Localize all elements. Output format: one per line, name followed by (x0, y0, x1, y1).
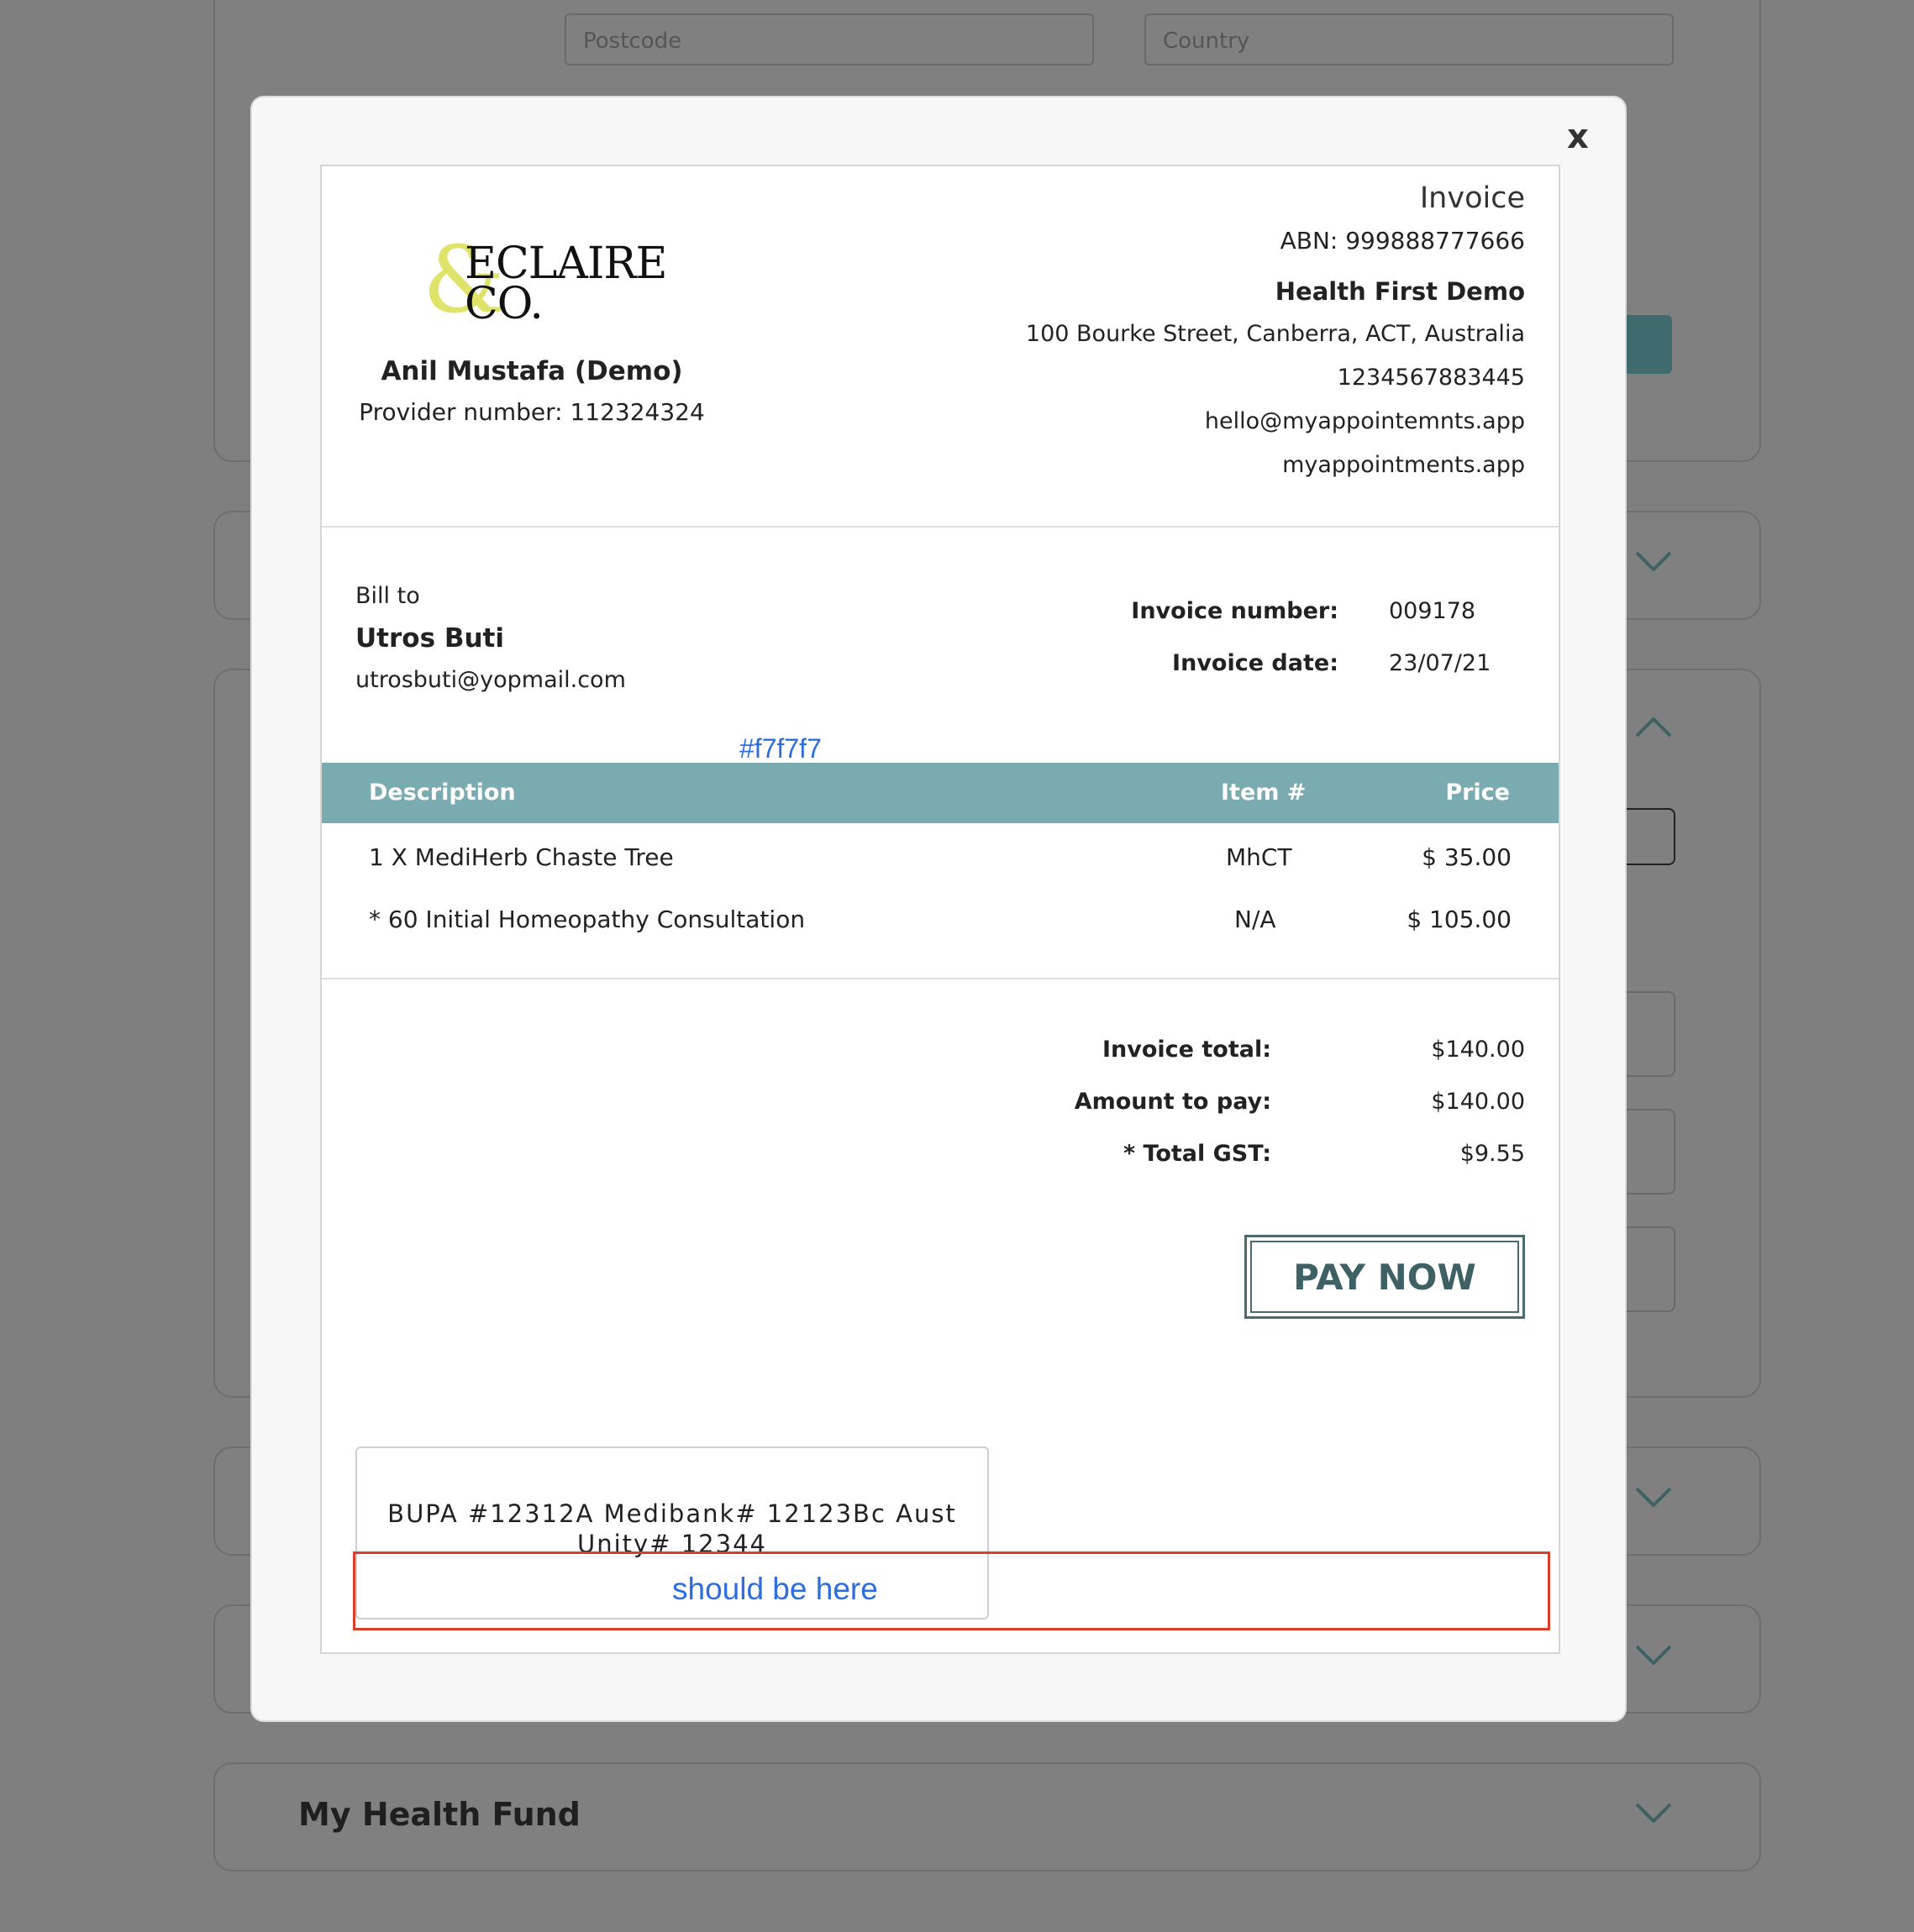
row-price: $ 35.00 (1422, 843, 1512, 871)
chevron-down-icon[interactable] (1635, 1803, 1672, 1823)
invoice-total-label: Invoice total: (1102, 1037, 1271, 1063)
invoice-number: 009178 (1389, 598, 1476, 624)
health-fund-text: BUPA #12312A Medibank# 12123Bc Aust Unit… (387, 1499, 957, 1558)
table-divider (322, 978, 1559, 979)
row-description: * 60 Initial Homeopathy Consultation (369, 906, 806, 933)
row-description: 1 X MediHerb Chaste Tree (369, 843, 674, 871)
column-description: Description (369, 780, 516, 806)
row-item: MhCT (1226, 843, 1292, 871)
gst-amount: $9.55 (1459, 1141, 1525, 1167)
chevron-down-icon[interactable] (1635, 1487, 1672, 1507)
chevron-down-icon[interactable] (1635, 551, 1672, 571)
invoice-date-label: Invoice date: (1172, 650, 1338, 676)
invoice-title: Invoice (1419, 181, 1525, 215)
gst-label: * Total GST: (1123, 1141, 1271, 1167)
abn: ABN: 999888777666 (1280, 227, 1525, 255)
business-email: hello@myappointemnts.app (1204, 408, 1525, 434)
bill-to-label: Bill to (355, 583, 420, 609)
invoice-total: $140.00 (1431, 1037, 1525, 1063)
placement-annotation: should be here (672, 1572, 878, 1606)
row-item: N/A (1234, 906, 1276, 933)
country-input[interactable]: Country (1144, 13, 1674, 66)
invoice-document: & ECLAIRE CO. Anil Mustafa (Demo) Provide… (320, 165, 1560, 1654)
client-email: utrosbuti@yopmail.com (355, 667, 626, 693)
invoice-number-label: Invoice number: (1131, 598, 1338, 624)
close-icon[interactable]: x (1567, 118, 1589, 156)
color-annotation: #f7f7f7 (739, 733, 822, 764)
chevron-down-icon[interactable] (1635, 1645, 1672, 1665)
row-price: $ 105.00 (1407, 906, 1512, 933)
business-name: Health First Demo (1275, 277, 1525, 306)
health-fund-title: My Health Fund (298, 1796, 581, 1833)
header-divider (322, 526, 1559, 528)
column-price: Price (1445, 780, 1510, 806)
chevron-up-icon[interactable] (1635, 717, 1672, 738)
placement-annotation-box (353, 1551, 1550, 1630)
table-header: Description Item # Price (322, 763, 1559, 823)
amount-to-pay: $140.00 (1431, 1089, 1525, 1115)
business-phone: 1234567883445 (1337, 365, 1525, 391)
client-name: Utros Buti (355, 623, 504, 654)
provider-number: Provider number: 112324324 (359, 398, 705, 426)
business-address: 100 Bourke Street, Canberra, ACT, Austra… (1025, 321, 1525, 347)
invoice-date: 23/07/21 (1389, 650, 1491, 676)
provider-name: Anil Mustafa (Demo) (381, 356, 683, 386)
amount-to-pay-label: Amount to pay: (1074, 1089, 1271, 1115)
business-website: myappointments.app (1282, 452, 1525, 478)
postcode-input[interactable]: Postcode (565, 13, 1094, 66)
pay-now-label: PAY NOW (1293, 1256, 1476, 1298)
column-item: Item # (1221, 780, 1307, 806)
pay-now-button[interactable]: PAY NOW (1244, 1235, 1525, 1319)
company-logo: & ECLAIRE CO. (423, 226, 667, 333)
